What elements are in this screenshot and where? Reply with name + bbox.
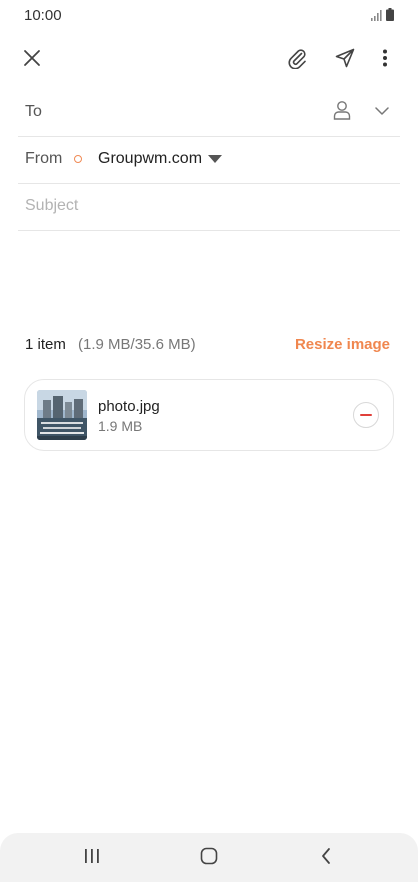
navigation-bar [0,833,418,882]
photo-thumbnail [37,390,87,440]
to-field[interactable]: To [18,89,400,137]
attachment-item[interactable]: photo.jpg 1.9 MB [24,379,394,451]
send-button[interactable] [325,40,365,80]
contacts-button[interactable] [328,97,356,127]
close-icon [23,49,41,72]
attachment-size-total: (1.9 MB/35.6 MB) [78,336,196,353]
attachment-count: 1 item [25,336,66,353]
paperclip-icon [286,47,308,74]
attachment-file-size: 1.9 MB [98,418,143,434]
to-label: To [25,103,42,120]
home-icon [200,847,218,870]
more-vertical-icon [382,49,388,72]
remove-attachment-button[interactable] [353,402,379,428]
account-color-dot [74,155,82,163]
subject-row [18,183,400,231]
attachment-summary: 1 item (1.9 MB/35.6 MB) [25,336,196,353]
caret-down-icon[interactable] [208,155,222,163]
expand-recipients-button[interactable] [368,97,396,127]
compose-toolbar [0,40,418,82]
status-time: 10:00 [24,7,62,24]
attach-button[interactable] [277,40,317,80]
attachment-file-name: photo.jpg [98,398,160,415]
from-account[interactable]: Groupwm.com [98,150,202,168]
from-label: From [25,150,63,167]
back-button[interactable] [308,843,344,873]
status-bar: 10:00 [0,0,418,34]
battery-icon [386,8,394,26]
status-icons [371,8,394,26]
resize-image-button[interactable]: Resize image [295,336,390,353]
send-icon [334,47,356,74]
chevron-down-icon [374,103,390,121]
recent-apps-button[interactable] [74,843,110,873]
recent-apps-icon [83,848,101,869]
from-field[interactable]: From Groupwm.com [18,136,400,184]
person-icon [333,100,351,125]
subject-input[interactable] [25,193,385,219]
signal-icon [371,8,383,26]
back-icon [320,847,332,870]
close-button[interactable] [12,40,52,80]
home-button[interactable] [191,843,227,873]
email-compose-screen: 10:00 To From Groupwm.com Subject 1 item… [0,0,418,882]
more-options-button[interactable] [365,40,405,80]
